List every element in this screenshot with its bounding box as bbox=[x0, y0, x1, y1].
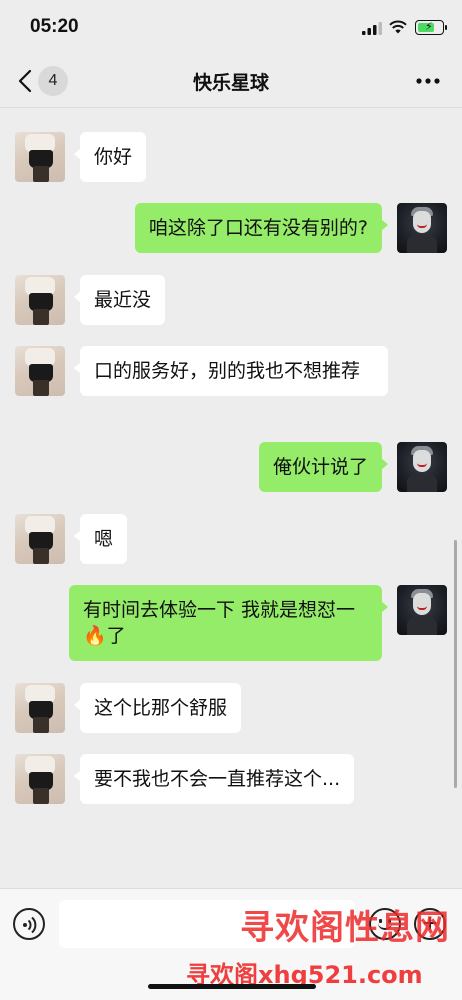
incoming-message-bubble[interactable]: 嗯 bbox=[73, 514, 128, 564]
message-list[interactable]: 你好 咱这除了口还有没有别的? 最近没 口的服务好，别的我也不想推荐 俺伙计说了… bbox=[0, 108, 462, 888]
chat-header: 4 快乐星球 bbox=[0, 54, 462, 108]
contact-avatar[interactable] bbox=[15, 754, 65, 804]
more-options-button[interactable] bbox=[410, 68, 446, 92]
scrollbar[interactable] bbox=[454, 540, 457, 788]
my-avatar[interactable] bbox=[397, 442, 447, 492]
incoming-message-bubble[interactable]: 口的服务好，别的我也不想推荐 bbox=[74, 346, 388, 396]
chat-title: 快乐星球 bbox=[192, 72, 269, 94]
incoming-message-bubble[interactable]: 最近没 bbox=[73, 275, 166, 325]
my-avatar[interactable] bbox=[397, 585, 447, 635]
outgoing-message-bubble[interactable]: 咱这除了口还有没有别的? bbox=[134, 203, 389, 253]
incoming-message-bubble[interactable]: 要不我也不会一直推荐这个... bbox=[73, 754, 355, 804]
contact-avatar[interactable] bbox=[15, 514, 65, 564]
battery-charging-icon: ⚡ bbox=[415, 20, 447, 35]
watermark-line1: 寻欢阁性息网 bbox=[240, 908, 450, 948]
contact-avatar[interactable] bbox=[15, 683, 65, 733]
contact-avatar[interactable] bbox=[15, 275, 65, 325]
my-avatar[interactable] bbox=[397, 203, 447, 253]
incoming-message-bubble[interactable]: 这个比那个舒服 bbox=[73, 683, 242, 733]
home-indicator[interactable] bbox=[148, 984, 316, 989]
status-time: 05:20 bbox=[30, 16, 79, 37]
voice-icon bbox=[23, 916, 37, 934]
signal-icon bbox=[362, 22, 382, 35]
outgoing-message-bubble[interactable]: 俺伙计说了 bbox=[258, 442, 389, 492]
more-dots-icon bbox=[416, 78, 440, 84]
outgoing-message-bubble[interactable]: 有时间去体验一下 我就是想怼一🔥了 bbox=[69, 585, 388, 661]
wifi-icon bbox=[389, 20, 407, 34]
contact-avatar[interactable] bbox=[15, 346, 65, 396]
voice-button[interactable] bbox=[13, 908, 45, 940]
incoming-message-bubble[interactable]: 你好 bbox=[73, 132, 147, 182]
contact-avatar[interactable] bbox=[15, 132, 65, 182]
status-bar: 05:20 ⚡ bbox=[0, 0, 462, 54]
